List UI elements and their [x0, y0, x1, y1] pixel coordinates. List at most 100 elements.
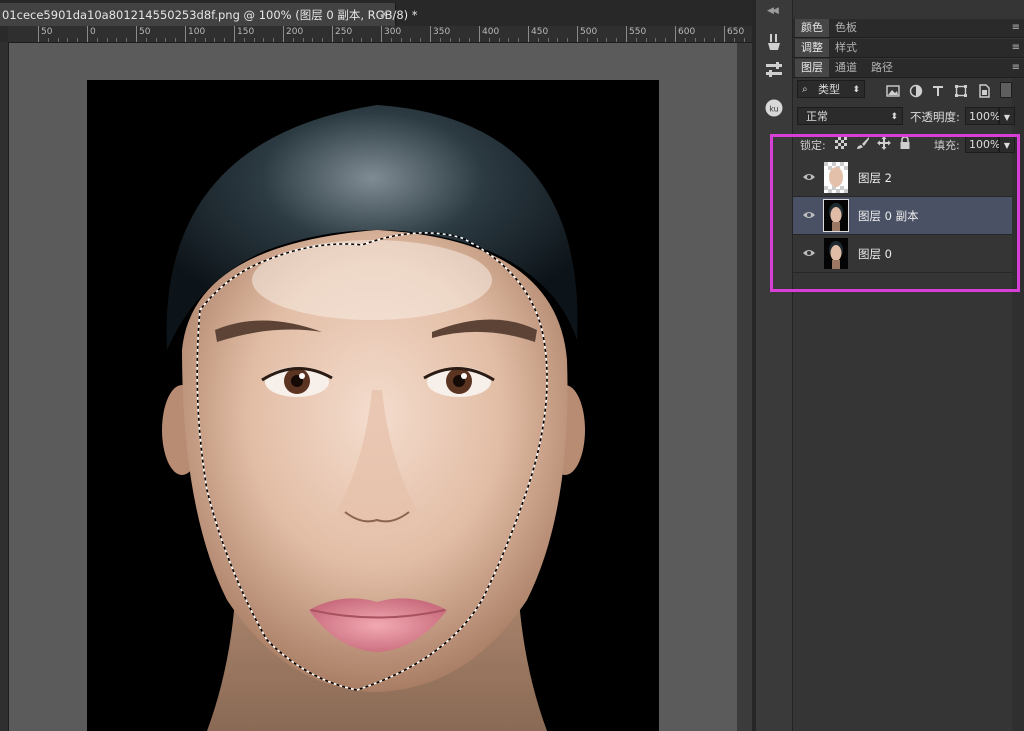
opacity-dropdown-button[interactable]: ▼	[999, 107, 1015, 125]
ruler-minor-tick	[47, 38, 49, 42]
canvas-scrollbar[interactable]	[737, 43, 752, 731]
ruler-minor-tick	[567, 38, 569, 42]
panel-menu-icon[interactable]: ≡	[1012, 62, 1020, 73]
ruler-minor-tick	[165, 38, 167, 42]
ruler-minor-tick	[361, 38, 363, 42]
layers-scrollbar[interactable]	[1012, 79, 1024, 731]
opacity-input[interactable]: 100%	[965, 107, 1000, 125]
ruler-minor-tick	[371, 38, 373, 42]
ruler-minor-tick	[243, 38, 245, 42]
lock-all-icon[interactable]	[899, 136, 911, 150]
ruler-tick-label: 150	[237, 27, 255, 37]
ruler-origin[interactable]	[0, 26, 8, 42]
ruler-tick-label: 600	[678, 27, 696, 37]
tab-channels[interactable]: 通道	[829, 59, 863, 77]
layer-name[interactable]: 图层 2	[858, 170, 892, 186]
canvas-area[interactable]	[9, 43, 737, 731]
ruler-minor-tick	[469, 38, 471, 42]
ruler-major-tick	[675, 26, 676, 42]
ruler-minor-tick	[518, 38, 520, 42]
panel-menu-icon[interactable]: ≡	[1012, 42, 1020, 53]
layer-thumbnail	[823, 199, 849, 232]
filter-kind-select[interactable]: ⌕ 类型 ⬍	[797, 80, 865, 98]
ruler-minor-tick	[312, 38, 314, 42]
ruler-minor-tick	[704, 38, 706, 42]
ruler-minor-tick	[77, 38, 79, 42]
tab-paths[interactable]: 路径	[865, 59, 899, 77]
layer-name[interactable]: 图层 0 副本	[858, 208, 919, 224]
ruler-major-tick	[38, 26, 39, 42]
fill-input[interactable]: 100%	[965, 135, 1000, 153]
ruler-major-tick	[136, 26, 137, 42]
fill-dropdown-button[interactable]: ▼	[999, 135, 1015, 153]
ruler-minor-tick	[488, 38, 490, 42]
tab-layers[interactable]: 图层	[795, 59, 829, 77]
ruler-major-tick	[528, 26, 529, 42]
ruler-minor-tick	[400, 38, 402, 42]
ruler-minor-tick	[96, 38, 98, 42]
type-filter-icon[interactable]	[931, 84, 945, 98]
ruler-minor-tick	[263, 38, 265, 42]
ruler-minor-tick	[106, 38, 108, 42]
horizontal-ruler[interactable]: 50 0 50 100 150 200 250 300 350 400 450 500 550 600 65…	[8, 26, 752, 43]
filter-toggle-switch[interactable]	[1000, 82, 1012, 98]
adjustment-filter-icon[interactable]	[909, 84, 923, 98]
panel-menu-icon[interactable]: ≡	[1012, 22, 1020, 33]
layer-thumbnail	[824, 238, 848, 269]
collapse-dock-icon[interactable]: ◀◀	[767, 6, 779, 16]
ruler-tick-label: 350	[433, 27, 451, 37]
lock-position-icon[interactable]	[877, 136, 891, 150]
tab-styles[interactable]: 样式	[829, 39, 863, 57]
ruler-tick-label: 400	[482, 27, 500, 37]
kuler-icon[interactable]: ku	[764, 98, 784, 118]
ruler-minor-tick	[194, 38, 196, 42]
ruler-major-tick	[234, 26, 235, 42]
lock-pixels-icon[interactable]	[835, 137, 847, 149]
tool-presets-icon[interactable]	[764, 60, 784, 80]
eye-visibility-icon[interactable]	[803, 248, 815, 258]
image-filter-icon[interactable]	[886, 84, 900, 98]
ruler-minor-tick	[449, 38, 451, 42]
ruler-minor-tick	[126, 38, 128, 42]
chevron-updown-icon: ⬍	[852, 85, 860, 95]
ruler-major-tick	[381, 26, 382, 42]
chevron-down-icon: ▼	[1003, 113, 1011, 122]
chevron-updown-icon: ⬍	[890, 112, 898, 122]
ruler-tick-label: 300	[384, 27, 402, 37]
ruler-minor-tick	[302, 38, 304, 42]
shape-filter-icon[interactable]	[954, 84, 968, 98]
ruler-minor-tick	[586, 38, 588, 42]
ruler-minor-tick	[498, 38, 500, 42]
brush-presets-icon[interactable]	[764, 32, 784, 52]
ruler-minor-tick	[67, 38, 69, 42]
document-tab[interactable]: 01cece5901da10a801214550253d8f.png @ 100…	[0, 3, 418, 26]
document-tab-bar: 01cece5901da10a801214550253d8f.png @ 100…	[0, 0, 752, 26]
ruler-minor-tick	[714, 38, 716, 42]
ruler-minor-tick	[616, 38, 618, 42]
layer-row[interactable]: 图层 0	[793, 235, 1012, 273]
eye-visibility-icon[interactable]	[803, 210, 815, 220]
tab-swatches[interactable]: 色板	[829, 19, 863, 37]
tab-color[interactable]: 颜色	[795, 19, 829, 37]
smart-object-filter-icon[interactable]	[977, 84, 991, 98]
ruler-major-tick	[185, 26, 186, 42]
layer-row[interactable]: 图层 2	[793, 159, 1012, 197]
lock-paint-icon[interactable]	[856, 136, 870, 150]
close-icon[interactable]: ×	[379, 7, 389, 21]
ruler-minor-tick	[655, 38, 657, 42]
blend-mode-select[interactable]: 正常 ⬍	[797, 107, 903, 125]
layer-name[interactable]: 图层 0	[858, 246, 892, 262]
ruler-major-tick	[479, 26, 480, 42]
eye-visibility-icon[interactable]	[803, 172, 815, 182]
ruler-tick-label: 50	[139, 27, 151, 37]
ruler-minor-tick	[116, 38, 118, 42]
layer-row-selected[interactable]: 图层 0 副本	[793, 197, 1012, 235]
ruler-major-tick	[577, 26, 578, 42]
ruler-tick-label: 0	[90, 27, 96, 37]
ruler-major-tick	[626, 26, 627, 42]
document-tab-title: 01cece5901da10a801214550253d8f.png @ 100…	[2, 7, 418, 22]
vertical-ruler[interactable]	[0, 42, 9, 731]
tab-adjustments[interactable]: 调整	[795, 39, 829, 57]
ruler-minor-tick	[341, 38, 343, 42]
document-image[interactable]	[87, 80, 659, 731]
